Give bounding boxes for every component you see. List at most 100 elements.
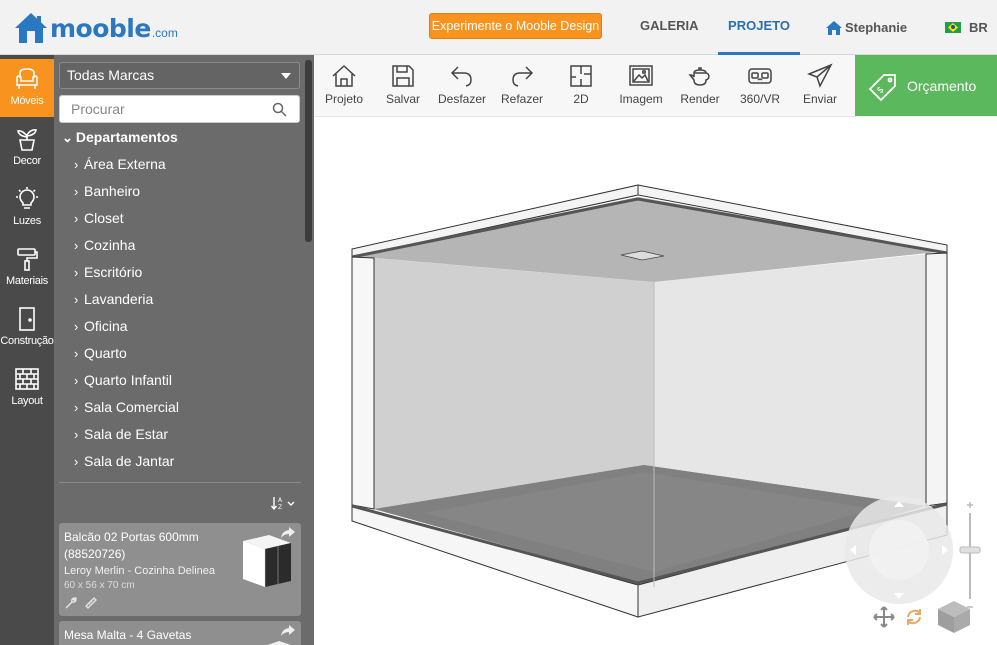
category-label: Quarto Infantil <box>84 372 172 388</box>
image-icon <box>629 65 653 86</box>
product-card[interactable]: Mesa Malta - 4 Gavetas <box>59 621 301 645</box>
product-card[interactable]: Balcão 02 Portas 600mm (88520726) Leroy … <box>59 523 301 616</box>
orcamento-label: Orçamento <box>907 78 977 94</box>
3d-viewport[interactable] <box>314 117 997 645</box>
tool-label: Refazer <box>500 92 544 106</box>
logo-suffix: .com <box>151 26 178 40</box>
tool-label: Salvar <box>385 92 420 106</box>
rail-item-materiais[interactable]: Materiais <box>0 239 54 297</box>
category-label: Cozinha <box>84 237 136 253</box>
chevron-right-icon: › <box>74 238 79 253</box>
category-cozinha[interactable]: › Cozinha <box>74 232 179 259</box>
refazer-button[interactable]: Refazer <box>493 63 551 106</box>
rail-item-moveis[interactable]: Móveis <box>0 59 54 117</box>
rail-item-layout[interactable]: Layout <box>0 359 54 417</box>
category-lavanderia[interactable]: › Lavanderia <box>74 286 179 313</box>
tool-label: Desfazer <box>437 92 487 106</box>
category-label: Escritório <box>84 264 143 280</box>
category-list: › Área Externa › Banheiro › Closet › Cozinha… <box>74 151 179 475</box>
svg-text:$: $ <box>875 85 886 96</box>
nav-projeto[interactable]: PROJETO <box>718 0 800 55</box>
chevron-right-icon: › <box>74 319 79 334</box>
category-quarto-infantil[interactable]: › Quarto Infantil <box>74 367 179 394</box>
category-label: Sala de Estar <box>84 426 169 442</box>
language-label: BR <box>969 19 988 35</box>
redo-icon <box>512 66 534 87</box>
wrench-icon[interactable] <box>64 596 78 610</box>
rail-item-decor[interactable]: Decor <box>0 119 54 177</box>
tree-head-label: Departamentos <box>75 129 178 145</box>
chevron-right-icon: › <box>74 400 79 415</box>
mooble-logo[interactable]: mooble .com <box>14 10 178 44</box>
undo-icon <box>450 66 472 87</box>
try-mooble-design-button[interactable]: Experimente o Mooble Design <box>429 13 602 39</box>
category-sala-de-estar[interactable]: › Sala de Estar <box>74 421 179 448</box>
enviar-button[interactable]: Enviar <box>791 63 849 106</box>
nav-galeria[interactable]: GALERIA <box>640 0 699 55</box>
category-closet[interactable]: › Closet <box>74 205 179 232</box>
category-banheiro[interactable]: › Banheiro <box>74 178 179 205</box>
brand-select[interactable]: Todas Marcas <box>59 62 300 89</box>
vr-headset-icon <box>748 68 772 84</box>
svg-text:Z: Z <box>278 504 282 510</box>
category-area-externa[interactable]: › Área Externa <box>74 151 179 178</box>
user-menu[interactable]: Stephanie <box>826 0 907 55</box>
product-image <box>243 535 291 587</box>
projeto-button[interactable]: Projeto <box>315 63 373 106</box>
orcamento-button[interactable]: $ Orçamento <box>855 55 997 116</box>
ruler-icon[interactable] <box>84 596 98 610</box>
category-label: Sala de Jantar <box>84 453 175 469</box>
search-box <box>59 95 300 123</box>
tool-label: Render <box>680 92 720 106</box>
zoom-slider[interactable] <box>959 499 981 611</box>
search-icon[interactable] <box>272 102 287 117</box>
armchair-icon <box>16 68 38 89</box>
pan-icon <box>873 606 895 628</box>
salvar-button[interactable]: Salvar <box>374 63 432 106</box>
top-header: mooble .com Experimente o Mooble Design … <box>0 0 997 55</box>
tool-label: Imagem <box>619 92 663 106</box>
brick-wall-icon <box>15 368 39 390</box>
desfazer-button[interactable]: Desfazer <box>433 63 491 106</box>
render-button[interactable]: Render <box>671 63 729 106</box>
rail-label-moveis: Móveis <box>10 95 44 107</box>
tool-label: Projeto <box>324 92 364 106</box>
product-tools <box>64 596 98 610</box>
chevron-right-icon: › <box>74 157 79 172</box>
category-sala-comercial[interactable]: › Sala Comercial <box>74 394 179 421</box>
save-icon <box>392 65 414 87</box>
category-oficina[interactable]: › Oficina <box>74 313 179 340</box>
rail-item-construcao[interactable]: Construção <box>0 299 54 357</box>
category-sala-de-jantar[interactable]: › Sala de Jantar <box>74 448 179 475</box>
chevron-right-icon: › <box>74 454 79 469</box>
category-escritorio[interactable]: › Escritório <box>74 259 179 286</box>
2d-button[interactable]: 2D <box>552 63 610 106</box>
chevron-right-icon: › <box>74 211 79 226</box>
360vr-button[interactable]: 360/VR <box>731 63 789 106</box>
plant-icon <box>17 129 37 151</box>
lightbulb-icon <box>16 187 38 209</box>
imagem-button[interactable]: Imagem <box>612 63 670 106</box>
teapot-icon <box>688 67 710 86</box>
paint-roller-icon <box>17 248 38 271</box>
rail-item-luzes[interactable]: Luzes <box>0 179 54 237</box>
product-title: Balcão 02 Portas 600mm (88520726) <box>64 530 199 561</box>
sort-az-icon: A Z <box>271 497 295 510</box>
rail-label-decor: Decor <box>13 155 41 167</box>
search-input[interactable] <box>71 96 271 122</box>
tool-label: Enviar <box>802 92 837 106</box>
category-quarto[interactable]: › Quarto <box>74 340 179 367</box>
brazil-flag-icon <box>945 22 961 33</box>
svg-text:A: A <box>278 497 283 504</box>
language-selector[interactable]: BR <box>945 0 988 55</box>
main-toolbar: Projeto Salvar Desfazer Refazer 2D Image… <box>314 55 855 117</box>
chevron-right-icon: › <box>74 373 79 388</box>
tree-departamentos[interactable]: ⌄ Departamentos <box>62 129 178 146</box>
price-tag-icon: $ <box>868 74 896 102</box>
category-label: Quarto <box>84 345 127 361</box>
user-home-icon <box>826 20 842 35</box>
sort-button[interactable]: A Z <box>271 496 297 510</box>
category-scrollbar[interactable] <box>305 60 312 242</box>
user-name: Stephanie <box>845 19 908 35</box>
tool-label: 360/VR <box>739 92 781 106</box>
